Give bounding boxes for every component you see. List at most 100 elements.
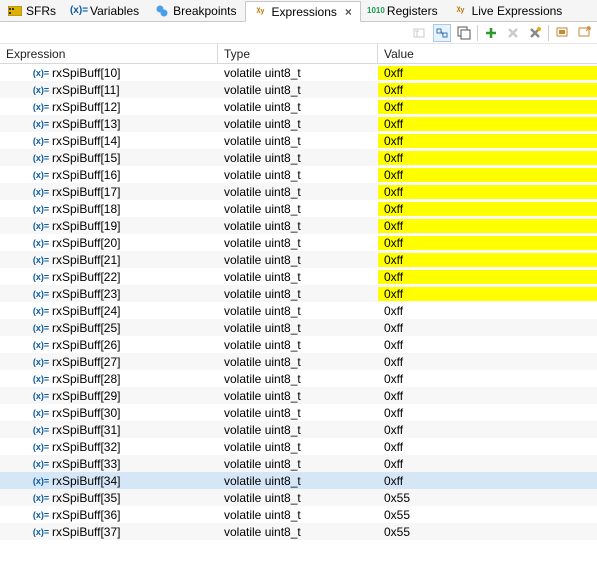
tab-expressions[interactable]: ᵡy Expressions × <box>245 1 361 22</box>
tab-breakpoints[interactable]: Breakpoints <box>147 0 244 21</box>
registers-icon: 1010 <box>369 4 383 18</box>
variable-icon: (x)= <box>34 203 48 215</box>
tab-variables[interactable]: (x)= Variables <box>64 0 147 21</box>
table-row[interactable]: (x)=rxSpiBuff[24]volatile uint8_t0xff <box>0 302 597 319</box>
cell-expression: (x)=rxSpiBuff[35] <box>0 491 218 505</box>
cell-type: volatile uint8_t <box>218 372 378 386</box>
table-row[interactable]: (x)=rxSpiBuff[10]volatile uint8_t0xff <box>0 64 597 81</box>
cell-type: volatile uint8_t <box>218 253 378 267</box>
tab-sfrs[interactable]: SFRs <box>0 0 64 21</box>
cell-expression: (x)=rxSpiBuff[14] <box>0 134 218 148</box>
remove-all-button[interactable] <box>526 24 544 42</box>
variable-icon: (x)= <box>34 186 48 198</box>
cell-value: 0xff <box>378 100 597 114</box>
expression-text: rxSpiBuff[28] <box>52 372 120 386</box>
cell-type: volatile uint8_t <box>218 406 378 420</box>
cell-expression: (x)= rxSpiBuff[16] <box>0 168 218 182</box>
breakpoints-icon <box>155 4 169 18</box>
expression-text: rxSpiBuff[18] <box>52 202 120 216</box>
table-row[interactable]: (x)=rxSpiBuff[27]volatile uint8_t0xff <box>0 353 597 370</box>
cell-expression: (x)=rxSpiBuff[20] <box>0 236 218 250</box>
remove-expression-button[interactable] <box>504 24 522 42</box>
show-logical-structure-button[interactable] <box>433 24 451 42</box>
variable-icon: (x)= <box>34 458 48 470</box>
tab-live-expressions[interactable]: ᵡy Live Expressions <box>446 0 571 21</box>
add-expression-button[interactable] <box>482 24 500 42</box>
cell-expression: (x)=rxSpiBuff[10] <box>0 66 218 80</box>
cell-type: volatile uint8_t <box>218 491 378 505</box>
cell-type: volatile uint8_t <box>218 508 378 522</box>
cell-type: volatile uint8_t <box>218 134 378 148</box>
expression-text: rxSpiBuff[12] <box>52 100 120 114</box>
cell-value: 0xff <box>378 372 597 386</box>
table-row[interactable]: (x)=rxSpiBuff[25]volatile uint8_t0xff <box>0 319 597 336</box>
variable-icon: (x)= <box>34 356 48 368</box>
table-row[interactable]: (x)=rxSpiBuff[36]volatile uint8_t0x55 <box>0 506 597 523</box>
cell-expression: (x)=rxSpiBuff[22] <box>0 270 218 284</box>
expression-text: rxSpiBuff[16] <box>52 168 120 182</box>
table-row[interactable]: (x)=rxSpiBuff[31]volatile uint8_t0xff <box>0 421 597 438</box>
table-row[interactable]: (x)=rxSpiBuff[23]volatile uint8_t0xff <box>0 285 597 302</box>
separator <box>477 25 478 41</box>
table-row[interactable]: (x)=rxSpiBuff[22]volatile uint8_t0xff <box>0 268 597 285</box>
pin-view-button[interactable] <box>553 24 571 42</box>
table-row[interactable]: (x)=rxSpiBuff[12]volatile uint8_t0xff <box>0 98 597 115</box>
cell-expression: (x)=rxSpiBuff[32] <box>0 440 218 454</box>
column-type[interactable]: Type <box>218 44 378 63</box>
table-row[interactable]: (x)=rxSpiBuff[16]volatile uint8_t0xff <box>0 166 597 183</box>
cell-expression: (x)=rxSpiBuff[31] <box>0 423 218 437</box>
table-row[interactable]: (x)=rxSpiBuff[32]volatile uint8_t0xff <box>0 438 597 455</box>
cell-type: volatile uint8_t <box>218 185 378 199</box>
cell-value: 0xff <box>378 185 597 199</box>
table-row[interactable]: (x)=rxSpiBuff[35]volatile uint8_t0x55 <box>0 489 597 506</box>
expression-text: rxSpiBuff[32] <box>52 440 120 454</box>
view-tabbar: SFRs (x)= Variables Breakpoints ᵡy Expre… <box>0 0 597 22</box>
table-row[interactable]: (x)=rxSpiBuff[11]volatile uint8_t0xff <box>0 81 597 98</box>
variable-icon: (x)= <box>34 67 48 79</box>
expression-text: rxSpiBuff[36] <box>52 508 120 522</box>
table-row[interactable]: (x)=rxSpiBuff[26]volatile uint8_t0xff <box>0 336 597 353</box>
cell-value: 0xff <box>378 83 597 97</box>
variable-icon: (x)= <box>34 373 48 385</box>
table-row[interactable]: (x)=rxSpiBuff[37]volatile uint8_t0x55 <box>0 523 597 540</box>
table-row[interactable]: (x)=rxSpiBuff[20]volatile uint8_t0xff <box>0 234 597 251</box>
tab-registers[interactable]: 1010 Registers <box>361 0 446 21</box>
table-row[interactable]: (x)=rxSpiBuff[14]volatile uint8_t0xff <box>0 132 597 149</box>
expression-text: rxSpiBuff[17] <box>52 185 120 199</box>
table-row[interactable]: (x)=rxSpiBuff[33]volatile uint8_t0xff <box>0 455 597 472</box>
table-row[interactable]: (x)=rxSpiBuff[29]volatile uint8_t0xff <box>0 387 597 404</box>
expression-text: rxSpiBuff[24] <box>52 304 120 318</box>
table-header: Expression Type Value <box>0 44 597 64</box>
table-row[interactable]: (x)=rxSpiBuff[15]volatile uint8_t0xff <box>0 149 597 166</box>
close-icon[interactable]: × <box>345 5 352 19</box>
cell-type: volatile uint8_t <box>218 355 378 369</box>
table-row[interactable]: (x)=rxSpiBuff[21]volatile uint8_t0xff <box>0 251 597 268</box>
cell-type: volatile uint8_t <box>218 440 378 454</box>
variable-icon: (x)= <box>34 169 48 181</box>
cell-value: 0xff <box>378 321 597 335</box>
table-row[interactable]: (x)=rxSpiBuff[19]volatile uint8_t0xff <box>0 217 597 234</box>
table-row[interactable]: (x)= rxSpiBuff[28] volatile uint8_t0xff <box>0 370 597 387</box>
cell-value: 0xff <box>378 117 597 131</box>
open-new-view-button[interactable] <box>575 24 593 42</box>
variable-icon: (x)= <box>34 322 48 334</box>
show-type-names-button[interactable] <box>411 24 429 42</box>
expression-table-body: (x)=rxSpiBuff[10]volatile uint8_t0xff(x)… <box>0 64 597 578</box>
variable-icon: (x)= <box>34 135 48 147</box>
cell-value: 0xff <box>378 270 597 284</box>
table-row[interactable]: (x)=rxSpiBuff[18]volatile uint8_t0xff <box>0 200 597 217</box>
table-row[interactable]: (x)= rxSpiBuff[17] volatile uint8_t0xff <box>0 183 597 200</box>
cell-type: volatile uint8_t <box>218 423 378 437</box>
cell-expression: (x)=rxSpiBuff[34] <box>0 474 218 488</box>
cell-value: 0xff <box>378 474 597 488</box>
column-expression[interactable]: Expression <box>0 44 218 63</box>
variable-icon: (x)= <box>34 492 48 504</box>
table-row[interactable]: (x)=rxSpiBuff[34]volatile uint8_t0xff <box>0 472 597 489</box>
table-row[interactable]: (x)=rxSpiBuff[30]volatile uint8_t0xff <box>0 404 597 421</box>
column-value[interactable]: Value <box>378 44 597 63</box>
table-row[interactable]: (x)=rxSpiBuff[13]volatile uint8_t0xff <box>0 115 597 132</box>
cell-type: volatile uint8_t <box>218 117 378 131</box>
collapse-all-button[interactable] <box>455 24 473 42</box>
cell-type: volatile uint8_t <box>218 287 378 301</box>
cell-expression: (x)=rxSpiBuff[23] <box>0 287 218 301</box>
